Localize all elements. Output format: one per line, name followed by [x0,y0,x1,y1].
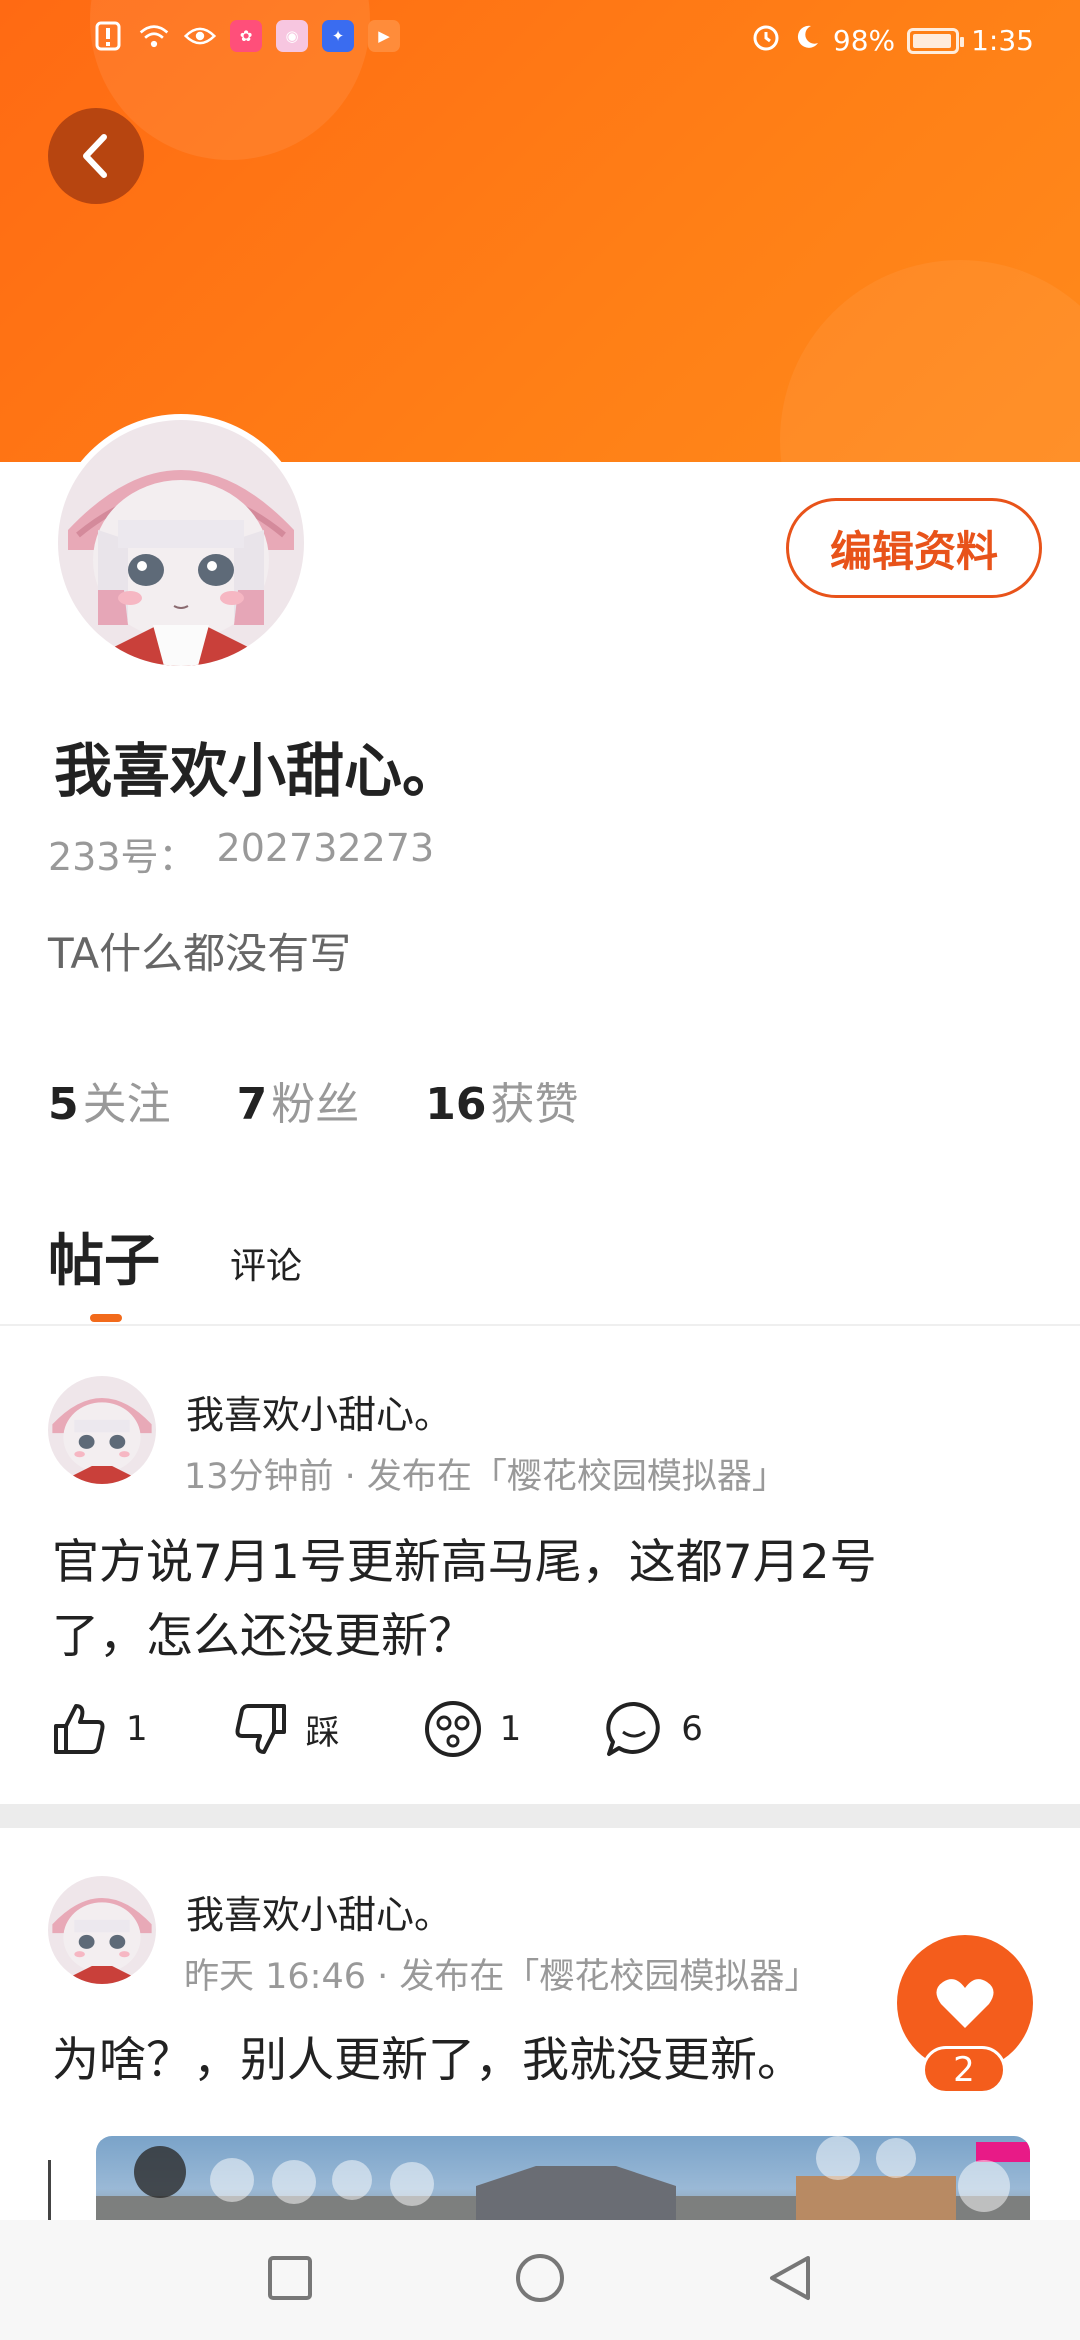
system-navigation-bar [0,2220,1080,2340]
surprised-face-icon [424,1701,481,1757]
anime-girl-avatar-image [48,1376,156,1484]
thumbs-up-icon [54,1704,105,1754]
post-body[interactable]: 官方说7月1号更新高马尾，这都7月2号 了，怎么还没更新？ [52,1526,1032,1674]
alarm-icon [751,22,781,59]
user-id-label: 233号： [48,835,197,879]
notification-icons: ✿ ◉ ✦ ▶ [92,20,400,52]
stat-number: 16 [425,1079,487,1130]
profile-bio: TA什么都没有写 [48,929,352,978]
comment-button[interactable]: 6 [605,1700,703,1758]
post-separator [0,1804,1080,1828]
profile-stats: 5关注 7粉丝 16获赞 [48,1068,578,1132]
dislike-label: 踩 [305,1712,340,1753]
profile-avatar[interactable] [52,414,310,672]
system-status: 98% 1:35 [751,22,1034,59]
chevron-left-icon [83,134,107,178]
post-author-avatar[interactable] [48,1376,156,1484]
tabs-divider [0,1324,1080,1326]
post-meta: 昨天 16:46 · 发布在「樱花校园模拟器」 [184,1957,820,1997]
anime-girl-avatar-image [48,1876,156,1984]
stat-label: 获赞 [490,1079,579,1130]
profile-tabs: 帖子 评论 [48,1216,302,1297]
back-nav-button[interactable] [766,2252,814,2308]
post-author-avatar[interactable] [48,1876,156,1984]
user-id: 233号： 202732273 [48,826,434,881]
user-id-value[interactable]: 202732273 [217,826,435,881]
profile-username: 我喜欢小甜心。 [54,737,461,805]
dislike-button[interactable]: 踩 [232,1702,340,1756]
anime-girl-avatar-image [58,420,304,666]
home-button[interactable] [514,2252,566,2308]
like-button[interactable]: 1 [52,1702,148,1756]
like-count: 1 [126,1709,148,1749]
back-button[interactable] [48,108,144,204]
stat-following[interactable]: 5关注 [48,1068,171,1132]
wifi-icon [138,20,170,52]
heart-icon [936,1979,994,2028]
app-notification-icon: ✿ [230,20,262,52]
status-bar: ✿ ◉ ✦ ▶ 98% 1:35 [0,0,1080,86]
post-author-name[interactable]: 我喜欢小甜心。 [186,1384,452,1439]
post-author-name[interactable]: 我喜欢小甜心。 [186,1884,452,1939]
comment-count: 6 [681,1709,703,1749]
image-divider [48,2160,51,2220]
fab-count-badge: 2 [922,2046,1006,2094]
banner-decoration [780,260,1080,462]
circle-icon [516,2254,564,2302]
stat-followers[interactable]: 7粉丝 [237,1068,360,1132]
post-body-line: 为啥？，别人更新了，我就没更新。 [52,2033,804,2088]
post-meta: 13分钟前 · 发布在「樱花校园模拟器」 [184,1457,787,1497]
post-actions: 1 踩 1 6 [52,1700,787,1758]
profile-header-banner: ✿ ◉ ✦ ▶ 98% 1:35 [0,0,1080,462]
active-tab-indicator [90,1314,122,1322]
edit-profile-button[interactable]: 编辑资料 [786,498,1042,598]
stat-label: 粉丝 [271,1079,360,1130]
post-image-game-screenshot[interactable] [96,2136,1030,2232]
stat-number: 5 [48,1079,79,1130]
post-body-line: 官方说7月1号更新高马尾，这都7月2号 [52,1535,877,1590]
square-icon [268,2256,312,2300]
stat-likes[interactable]: 16获赞 [425,1068,578,1132]
tab-posts[interactable]: 帖子 [48,1216,160,1297]
game-screenshot-image [96,2136,1030,2232]
comment-bubble-icon [606,1701,660,1756]
recents-button[interactable] [266,2254,314,2306]
stat-number: 7 [236,1079,268,1130]
post-body-line: 了，怎么还没更新？ [52,1609,475,1664]
app-notification-icon: ◉ [276,20,308,52]
stat-label: 关注 [82,1079,171,1130]
battery-icon [907,27,965,54]
tab-comments[interactable]: 评论 [230,1237,302,1297]
emoji-count: 1 [499,1709,522,1749]
baidu-app-icon: ✦ [322,20,354,52]
alert-icon [92,20,124,52]
thumbs-down-icon [235,1704,286,1754]
triangle-back-icon [770,2256,810,2300]
moon-icon [793,23,821,58]
emoji-reaction-button[interactable]: 1 [424,1700,522,1758]
clock: 1:35 [971,24,1034,57]
eye-icon [184,20,216,52]
play-app-icon: ▶ [368,20,400,52]
battery-percent: 98% [832,24,896,57]
post-body[interactable]: 为啥？，别人更新了，我就没更新。 [52,2024,1032,2098]
